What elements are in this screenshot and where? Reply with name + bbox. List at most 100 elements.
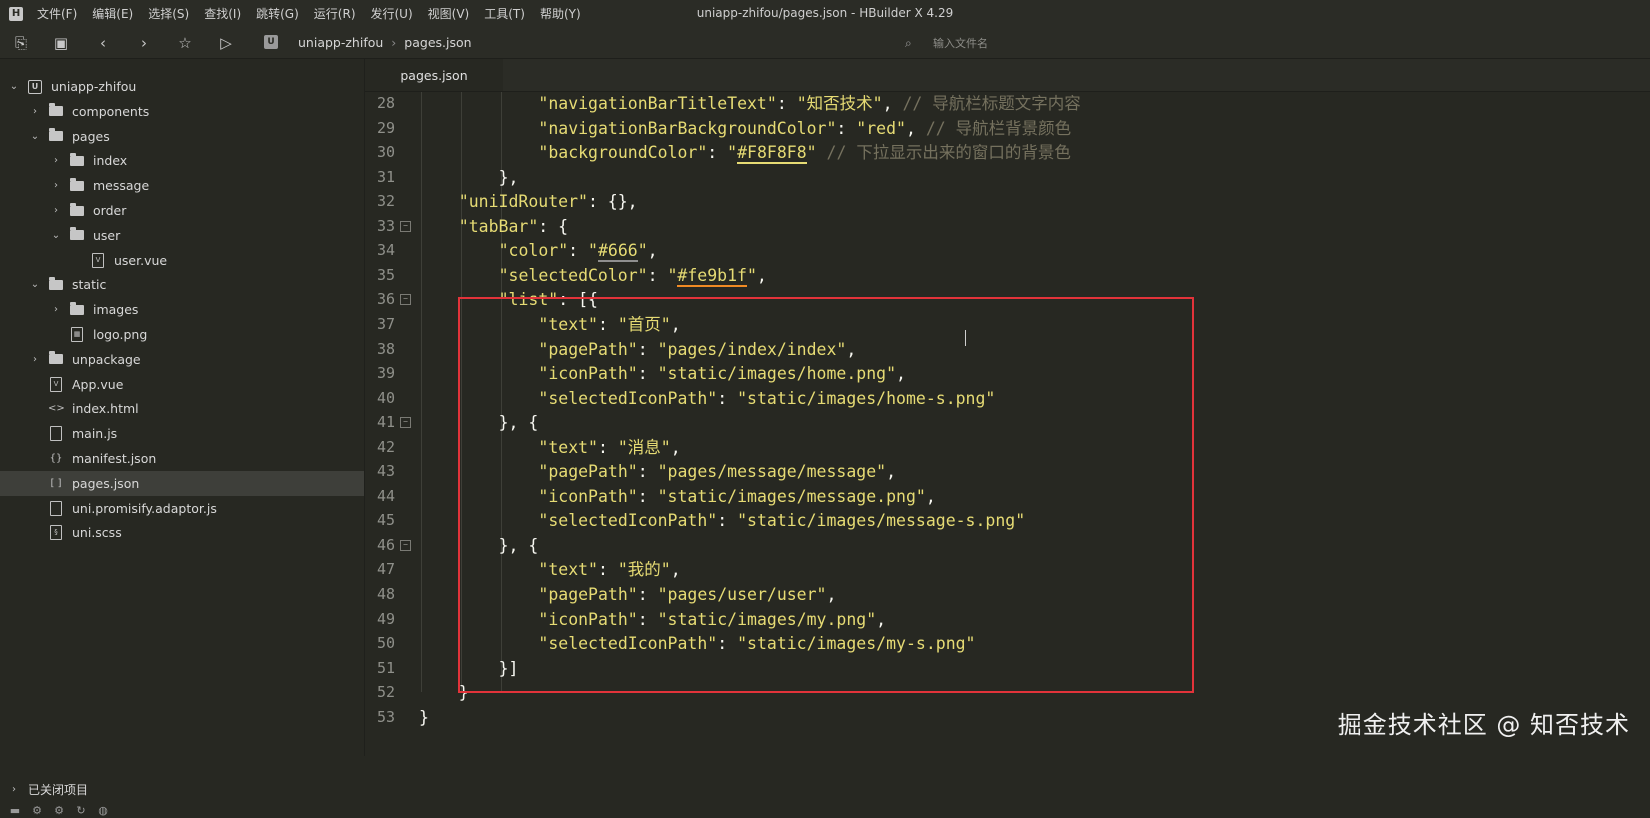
- new-file-icon[interactable]: ⎘: [11, 33, 31, 53]
- menu-edit[interactable]: 编辑(E): [92, 5, 133, 22]
- chevron-right-icon[interactable]: ›: [50, 155, 62, 166]
- tree-item[interactable]: § uni.scss: [0, 520, 364, 545]
- code-token: ,: [826, 585, 837, 604]
- code-token: }, {: [498, 535, 539, 555]
- tree-item[interactable]: › images: [0, 297, 364, 322]
- tree-item[interactable]: {} manifest.json: [0, 446, 364, 471]
- tree-item[interactable]: › index: [0, 148, 364, 173]
- line-number: 43: [376, 462, 395, 481]
- fold-toggle-icon[interactable]: −: [400, 539, 411, 551]
- chevron-down-icon[interactable]: ⌄: [8, 81, 20, 92]
- menu-tools[interactable]: 工具(T): [484, 5, 525, 22]
- code-token: "首页": [617, 314, 671, 334]
- chevron-right-icon[interactable]: ›: [29, 106, 41, 117]
- chevron-down-icon[interactable]: ⌄: [29, 279, 41, 290]
- code-token: "text": [538, 437, 598, 457]
- tree-item[interactable]: ⌄ user: [0, 223, 364, 248]
- code-line: 34 "color": "#666",: [365, 238, 1635, 263]
- menu-help[interactable]: 帮助(Y): [540, 5, 581, 22]
- globe-icon[interactable]: ◍: [96, 804, 110, 818]
- project-icon: U: [264, 35, 278, 49]
- settings-icon[interactable]: ⚙: [30, 804, 44, 818]
- tree-item[interactable]: ⌄ static: [0, 272, 364, 297]
- folder-icon: [70, 177, 84, 191]
- line-number: 45: [376, 511, 395, 530]
- code-token: ,: [670, 314, 681, 334]
- tree-item[interactable]: uni.promisify.adaptor.js: [0, 496, 364, 521]
- chevron-right-icon[interactable]: ›: [50, 304, 62, 315]
- tree-item[interactable]: V App.vue: [0, 372, 364, 397]
- file-search-input[interactable]: [931, 35, 1235, 51]
- fold-toggle-icon[interactable]: −: [400, 220, 411, 232]
- tree-item[interactable]: › order: [0, 198, 364, 223]
- code-token: ": [806, 143, 817, 163]
- tree-item[interactable]: [ ] pages.json: [0, 470, 364, 496]
- refresh-icon[interactable]: ↻: [74, 804, 88, 818]
- code-token: :: [776, 94, 797, 113]
- folder-icon[interactable]: ▬: [8, 804, 22, 818]
- menu-find[interactable]: 查找(I): [204, 5, 241, 22]
- line-number: 37: [376, 314, 395, 333]
- code-token: ,: [670, 437, 681, 457]
- fold-toggle-icon[interactable]: −: [400, 294, 411, 306]
- menu-publish[interactable]: 发行(U): [371, 5, 413, 22]
- tree-item[interactable]: ⌄ pages: [0, 124, 364, 149]
- tree-item[interactable]: <> index.html: [0, 396, 364, 421]
- code-token: :: [598, 560, 618, 580]
- code-token: ": [637, 241, 648, 261]
- code-token: "知否技术": [796, 94, 883, 113]
- line-number: 33: [376, 216, 395, 235]
- code-token: "static/images/home-s.png": [737, 388, 996, 408]
- chevron-right-icon[interactable]: ›: [50, 205, 62, 216]
- star-icon[interactable]: ☆: [175, 33, 195, 53]
- run-icon[interactable]: ▷: [216, 33, 236, 53]
- chevron-down-icon[interactable]: ⌄: [50, 230, 62, 241]
- tree-item[interactable]: Vuser.vue: [0, 248, 364, 273]
- file-shape: [50, 426, 62, 442]
- menu-select[interactable]: 选择(S): [148, 5, 189, 22]
- editor-scrollbar[interactable]: [1642, 92, 1650, 756]
- chevron-right-icon[interactable]: ›: [50, 180, 62, 191]
- tree-item[interactable]: › unpackage: [0, 347, 364, 372]
- menu-goto[interactable]: 跳转(G): [256, 5, 299, 22]
- gear-icon[interactable]: ⚙: [52, 804, 66, 818]
- folder-shape: [49, 276, 63, 290]
- tree-item[interactable]: › message: [0, 173, 364, 198]
- tree-item-label: logo.png: [93, 327, 148, 342]
- tree-item-label: user.vue: [114, 252, 168, 268]
- tree-item[interactable]: › components: [0, 99, 364, 124]
- code-token: }: [458, 683, 469, 703]
- line-number: 50: [376, 634, 395, 653]
- forward-arrow-icon[interactable]: ›: [134, 33, 154, 53]
- code-text: "uniIdRouter": {},: [459, 189, 638, 214]
- menu-file[interactable]: 文件(F): [37, 5, 77, 22]
- code-token: :: [717, 511, 738, 531]
- fold-toggle-icon[interactable]: −: [400, 417, 411, 429]
- search-icon: ⌕: [905, 35, 912, 50]
- code-text: },: [499, 165, 519, 190]
- back-arrow-icon[interactable]: ‹: [93, 33, 113, 53]
- code-text: }, {: [499, 410, 539, 435]
- code-text: "color": "#666",: [499, 238, 658, 263]
- chevron-right-icon[interactable]: ›: [29, 354, 41, 365]
- chevron-down-icon[interactable]: ⌄: [29, 131, 41, 142]
- breadcrumb-file[interactable]: pages.json: [404, 35, 471, 50]
- project-explorer: ⌄ Uuniapp-zhifou › components ⌄ pages › index › m…: [0, 59, 365, 817]
- code-token: :: [717, 388, 738, 408]
- tree-item[interactable]: ⌄ Uuniapp-zhifou: [0, 74, 364, 99]
- code-line: 37 "text": "首页",: [365, 312, 1635, 337]
- code-text: "tabBar": {: [459, 214, 568, 239]
- tab-pages-json[interactable]: pages.json: [365, 59, 503, 91]
- code-editor[interactable]: 28 "navigationBarTitleText": "知否技术", // 导…: [365, 92, 1650, 756]
- menu-run[interactable]: 运行(R): [314, 5, 356, 22]
- code-token: :: [836, 118, 857, 138]
- tree-item[interactable]: ▦ logo.png: [0, 322, 364, 347]
- breadcrumb-project[interactable]: uniapp-zhifou: [298, 35, 383, 50]
- menu-view[interactable]: 视图(V): [428, 5, 470, 22]
- closed-projects-item[interactable]: › 已关闭项目: [0, 777, 364, 801]
- code-token: ": [746, 265, 757, 285]
- tree-item[interactable]: main.js: [0, 421, 364, 446]
- save-icon[interactable]: ▣: [51, 33, 71, 53]
- code-token: ": [727, 143, 738, 163]
- code-text: "navigationBarBackgroundColor": "red", /…: [538, 116, 1071, 141]
